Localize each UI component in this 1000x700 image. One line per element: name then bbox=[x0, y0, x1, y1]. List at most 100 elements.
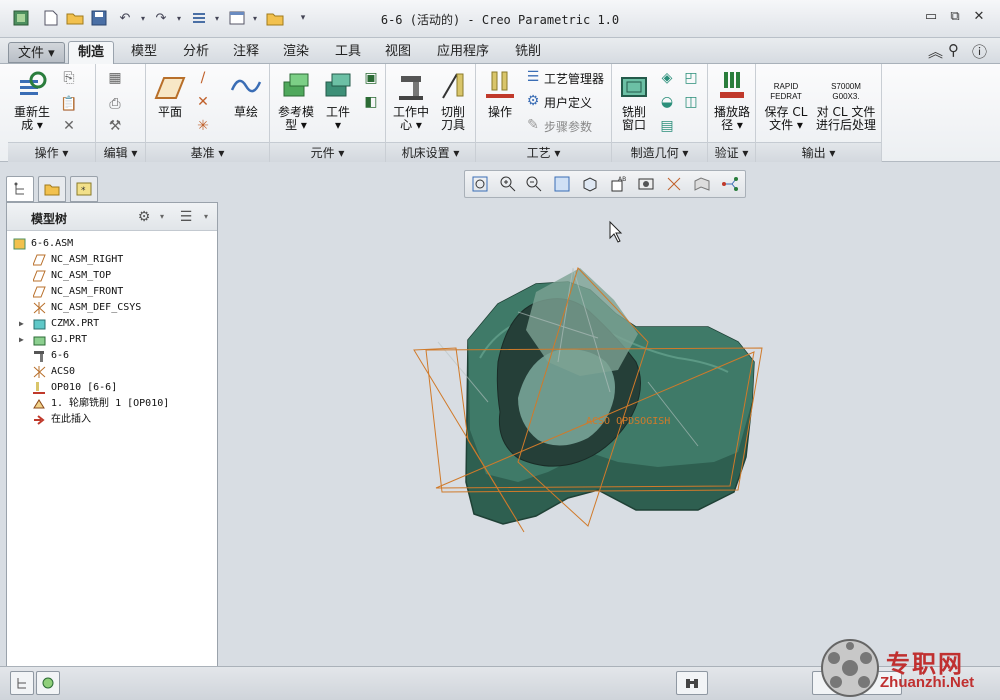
work-center-button[interactable]: 工作中 心 ▾ bbox=[390, 70, 432, 132]
spin-center-icon[interactable] bbox=[719, 174, 741, 194]
regenerate-button[interactable]: 重新生 成 ▾ bbox=[10, 70, 54, 132]
tree-node-label: GJ.PRT bbox=[51, 334, 88, 345]
tab-annotate[interactable]: 注释 bbox=[224, 41, 268, 64]
plane-button[interactable]: 平面 bbox=[150, 70, 190, 119]
close-icon[interactable]: ✕ bbox=[968, 9, 990, 27]
zoom-out-icon[interactable] bbox=[523, 174, 545, 194]
operation-button[interactable]: 操作 bbox=[480, 70, 520, 119]
tree-show-dropdown-icon[interactable]: ▾ bbox=[195, 207, 217, 227]
navigator-tabs: * bbox=[6, 174, 106, 202]
named-views-icon[interactable]: AB bbox=[607, 174, 629, 194]
sketch-button[interactable]: 草绘 bbox=[226, 70, 266, 119]
milling-step-icon bbox=[33, 399, 45, 409]
collapse-ribbon-icon[interactable]: ︽ bbox=[928, 41, 943, 62]
tab-file[interactable]: 文件 ▾ bbox=[8, 42, 65, 63]
repaint-icon[interactable] bbox=[551, 174, 573, 194]
annotation-display-icon[interactable] bbox=[691, 174, 713, 194]
stock-boundary-icon[interactable]: ◫ bbox=[680, 92, 702, 112]
save-cl-button[interactable]: RAPID FEDRAT 保存 CL 文件 ▾ bbox=[760, 70, 812, 132]
assemble-icon[interactable]: ▣ bbox=[360, 68, 382, 88]
svg-text:*: * bbox=[81, 186, 86, 196]
reference-model-icon bbox=[280, 70, 312, 102]
tree-show-icon[interactable]: ☰ bbox=[175, 207, 197, 227]
csys-icon bbox=[33, 302, 46, 314]
copy-icon[interactable]: ⎘ bbox=[58, 68, 80, 88]
group-component: 参考模 型 ▾ 工件 ▾ ▣ ◧ 元件 ▾ bbox=[270, 64, 386, 162]
tab-applications[interactable]: 应用程序 bbox=[428, 41, 498, 64]
restore-icon[interactable]: ⧉ bbox=[944, 9, 966, 27]
expand-icon[interactable]: ▶ bbox=[19, 316, 24, 332]
mill-window-button[interactable]: 铣削 窗口 bbox=[614, 70, 654, 132]
play-path-icon bbox=[716, 70, 748, 102]
regenerate-icon bbox=[16, 70, 48, 102]
tab-milling[interactable]: 铣削 bbox=[506, 41, 550, 64]
saved-orientations-icon[interactable] bbox=[579, 174, 601, 194]
turn-profile-icon[interactable]: ◰ bbox=[680, 68, 702, 88]
title-bar: ↶ ▾ ↷ ▾ ▾ ▾ ▾ 6-6 (活动的) - Creo Parametri… bbox=[0, 0, 1000, 38]
graphics-canvas[interactable]: ACSO OPDSOGISH bbox=[218, 162, 1000, 662]
tree-node-label: 在此插入 bbox=[51, 414, 91, 425]
group-label-machine-setup[interactable]: 机床设置 ▾ bbox=[386, 142, 475, 162]
zoom-in-icon[interactable] bbox=[497, 174, 519, 194]
cutter-label-2: 刀具 bbox=[440, 118, 465, 132]
work-center-icon bbox=[395, 70, 427, 102]
play-path-button[interactable]: 播放路 径 ▾ bbox=[710, 70, 754, 132]
refit-icon[interactable] bbox=[469, 174, 491, 194]
post-process-cl-button[interactable]: S7000M G00X3. 对 CL 文件 进行后处理 bbox=[812, 70, 880, 132]
point-icon[interactable]: ✕ bbox=[192, 92, 214, 112]
user-defined-link[interactable]: 用户定义 bbox=[544, 94, 592, 111]
group-label-mfg-geometry[interactable]: 制造几何 ▾ bbox=[612, 142, 707, 162]
reference-model-button[interactable]: 参考模 型 ▾ bbox=[274, 70, 318, 132]
favorites-tab[interactable]: * bbox=[70, 176, 98, 202]
folder-browser-tab[interactable] bbox=[38, 176, 66, 202]
cutter-button[interactable]: 切削 刀具 bbox=[434, 70, 472, 132]
find-icon[interactable] bbox=[676, 671, 708, 695]
group-label-verify[interactable]: 验证 ▾ bbox=[708, 142, 755, 162]
help-icon[interactable]: ⓘ bbox=[972, 41, 987, 62]
minimize-icon[interactable]: ▭ bbox=[920, 9, 942, 27]
group-edit: ▦ ⎙ ⚒ 编辑 ▾ bbox=[96, 64, 146, 162]
delete-icon[interactable]: ✕ bbox=[58, 116, 80, 136]
tab-view[interactable]: 视图 bbox=[376, 41, 420, 64]
group-label-operations[interactable]: 操作 ▾ bbox=[8, 142, 95, 162]
group-label-output[interactable]: 输出 ▾ bbox=[756, 142, 881, 162]
datum-plane-icon bbox=[33, 270, 46, 282]
group-verify: 播放路 径 ▾ 验证 ▾ bbox=[708, 64, 756, 162]
tab-manufacturing[interactable]: 制造 bbox=[68, 41, 115, 64]
group-label-edit[interactable]: 编辑 ▾ bbox=[96, 142, 145, 162]
mill-surface-icon[interactable]: ◒ bbox=[656, 92, 678, 112]
tab-analysis[interactable]: 分析 bbox=[174, 41, 218, 64]
tree-settings-dropdown-icon[interactable]: ▾ bbox=[151, 207, 173, 227]
datum-display-icon[interactable] bbox=[663, 174, 685, 194]
s7000-text: S7000M bbox=[831, 82, 861, 91]
tab-model[interactable]: 模型 bbox=[122, 41, 166, 64]
show-browser-icon[interactable] bbox=[36, 671, 60, 695]
search-icon[interactable]: ⚲ bbox=[948, 41, 959, 59]
tab-render[interactable]: 渲染 bbox=[274, 41, 318, 64]
process-manager-link[interactable]: 工艺管理器 bbox=[544, 70, 604, 87]
display-style-icon[interactable] bbox=[635, 174, 657, 194]
workpiece-button[interactable]: 工件 ▾ bbox=[320, 70, 356, 132]
csys-icon[interactable]: ✳ bbox=[192, 116, 214, 136]
workpiece-label-2: ▾ bbox=[334, 118, 342, 132]
group-label-datum[interactable]: 基准 ▾ bbox=[146, 142, 269, 162]
ref-model-label-2: 型 ▾ bbox=[285, 118, 307, 132]
edit-grid-icon[interactable]: ▦ bbox=[104, 68, 126, 88]
show-navigator-icon[interactable] bbox=[10, 671, 34, 695]
mill-volume-icon[interactable]: ◈ bbox=[656, 68, 678, 88]
group-label-process[interactable]: 工艺 ▾ bbox=[476, 142, 611, 162]
process-manager-icon[interactable]: ☰ bbox=[522, 67, 544, 87]
workpiece-part-icon bbox=[33, 336, 46, 346]
axis-icon[interactable]: / bbox=[192, 68, 214, 88]
model-tree-tab[interactable] bbox=[6, 176, 34, 202]
expand-icon[interactable]: ▶ bbox=[19, 332, 24, 348]
user-defined-icon[interactable]: ⚙ bbox=[522, 91, 544, 111]
tab-tools[interactable]: 工具 bbox=[326, 41, 370, 64]
edit-stamp-icon[interactable]: ⎙ bbox=[104, 94, 126, 114]
create-component-icon[interactable]: ◧ bbox=[360, 92, 382, 112]
tree-node-label: ACS0 bbox=[51, 366, 76, 377]
group-label-component[interactable]: 元件 ▾ bbox=[270, 142, 385, 162]
drill-group-icon[interactable]: ▤ bbox=[656, 116, 678, 136]
paste-icon[interactable]: 📋 bbox=[58, 94, 80, 114]
edit-tool-icon[interactable]: ⚒ bbox=[104, 116, 126, 136]
